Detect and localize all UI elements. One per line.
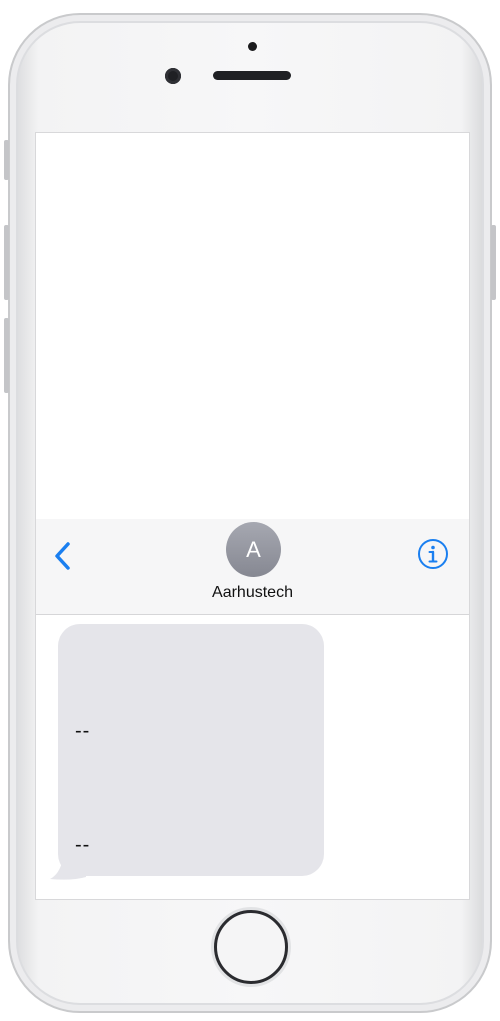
info-button[interactable]	[417, 538, 449, 570]
front-camera	[165, 68, 181, 84]
incoming-message-bubble[interactable]: -- --	[58, 624, 324, 876]
conversation-header: A Aarhustech	[36, 519, 469, 615]
mute-switch	[4, 140, 9, 180]
info-circle-icon	[418, 539, 448, 569]
proximity-sensor	[248, 42, 257, 51]
contact-name[interactable]: Aarhustech	[36, 584, 469, 602]
volume-down-button	[4, 318, 9, 393]
home-button[interactable]	[214, 910, 288, 984]
message-line: --	[75, 720, 91, 742]
back-button[interactable]	[50, 539, 76, 573]
chevron-left-icon	[55, 542, 70, 570]
contact-avatar[interactable]: A	[226, 522, 281, 577]
power-button	[491, 225, 496, 300]
phone-screen: A Aarhustech -- --	[35, 132, 470, 900]
message-line: --	[75, 834, 91, 856]
earpiece-speaker	[213, 71, 291, 80]
volume-up-button	[4, 225, 9, 300]
avatar-initial: A	[246, 536, 261, 562]
